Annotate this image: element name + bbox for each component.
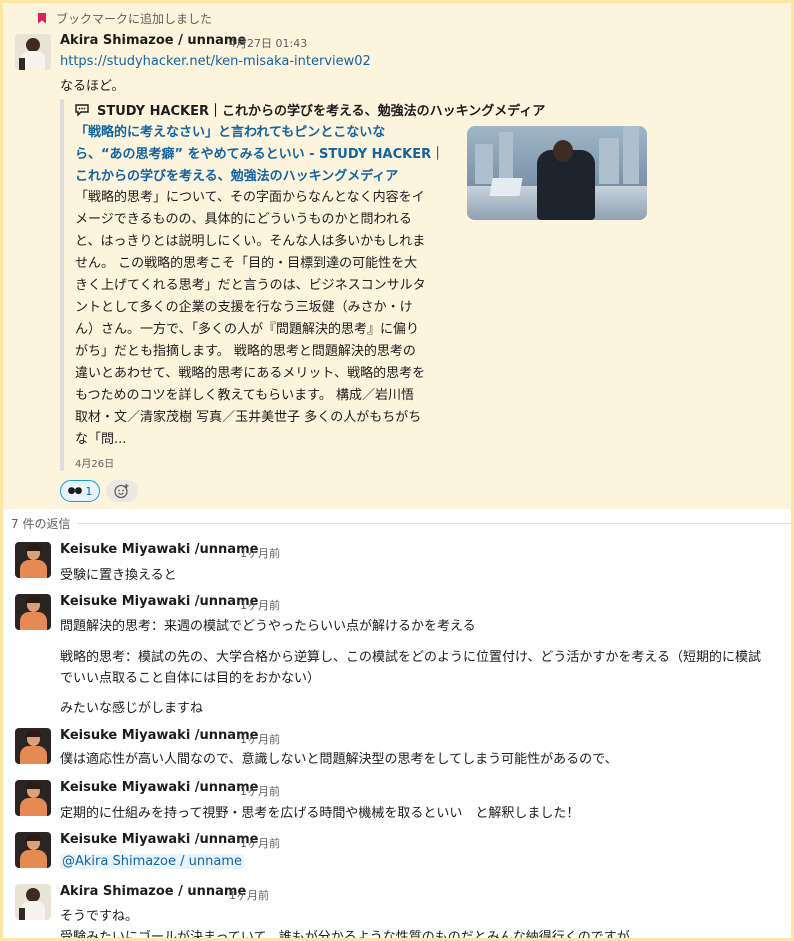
- timestamp[interactable]: 1ヶ月前: [240, 597, 280, 613]
- unfurl-thumbnail[interactable]: [467, 126, 647, 220]
- unfurl-bar: [60, 99, 64, 471]
- message-link[interactable]: https://studyhacker.net/ken-misaka-inter…: [60, 54, 371, 69]
- unfurl-desc-line: がち」だとも指摘します。 戦略的思考と問題解決的思考の: [75, 344, 416, 359]
- avatar[interactable]: [15, 780, 51, 816]
- unfurl-desc-line: もつためのコツを詳しく教えてもらいます。 構成／岩川悟: [75, 388, 415, 403]
- message-text: なるほど。: [60, 79, 125, 94]
- avatar[interactable]: [15, 34, 51, 70]
- bookmark-icon: [38, 12, 46, 24]
- unfurl-desc-line: 取材・文／清家茂樹 写真／玉井美世子 多くの人がもちがち: [75, 410, 422, 425]
- bookmark-text: ブックマークに追加しました: [56, 11, 213, 26]
- message-text: 僕は適応性が高い人間なので、意識しないと問題解決型の思考をしてしまう可能性がある…: [60, 752, 618, 767]
- message-mention-line: @Akira Shimazoe / unname: [60, 854, 244, 869]
- unfurl-desc-line: ん）さん。一方で、「多くの人が『問題解決的思考』に偏り: [75, 322, 419, 337]
- message-text: そうですね。: [60, 909, 139, 924]
- unfurl-desc-line: 「戦略的思考」について、その字面からなんとなく内容をイ: [75, 190, 425, 205]
- message-text: でいい点取ること自体には目的をおかない）: [60, 671, 321, 686]
- unfurl-title-line[interactable]: ら、“あの思考癖” をやめてみるといい - STUDY HACKER｜: [75, 144, 451, 166]
- timestamp[interactable]: 1ヶ月前: [240, 545, 280, 561]
- message-text: 定期的に仕組みを持って視野・思考を広げる時間や機械を取るといい と解釈しました！: [60, 806, 580, 821]
- unfurl-desc-line: な「問...: [75, 432, 127, 447]
- avatar[interactable]: [15, 884, 51, 920]
- reactions-bar: ●● 1: [60, 480, 138, 502]
- site-favicon-icon: [75, 103, 89, 116]
- timestamp[interactable]: 1ヶ月前: [240, 731, 280, 747]
- message-text: みたいな感じがしますね: [60, 701, 204, 716]
- replies-count: 7 件の返信: [11, 517, 71, 531]
- bookmark-notice: ブックマークに追加しました: [38, 9, 212, 27]
- unfurl-desc-line: メージできるものの、具体的にどういうものかと問われる: [75, 212, 412, 227]
- timestamp[interactable]: 4月27日 01:43: [229, 35, 307, 51]
- reaction-eyes[interactable]: ●● 1: [60, 480, 100, 502]
- author-name[interactable]: Keisuke Miyawaki /unname: [60, 542, 258, 557]
- author-name[interactable]: Keisuke Miyawaki /unname: [60, 832, 258, 847]
- author-name[interactable]: Keisuke Miyawaki /unname: [60, 594, 258, 609]
- unfurl-desc-line: と、はっきりとは説明しにくい。そんな人は多いかもしれま: [75, 234, 426, 249]
- message-text: 受験みたいにゴールが決まっていて、誰もが分かるような性質のものだとみんな納得行く…: [60, 930, 643, 938]
- replies-divider: 7 件の返信: [11, 515, 791, 532]
- author-name[interactable]: Akira Shimazoe / unname: [60, 33, 246, 48]
- avatar[interactable]: [15, 542, 51, 578]
- user-mention[interactable]: @Akira Shimazoe / unname: [60, 854, 244, 869]
- timestamp[interactable]: 1ヶ月前: [229, 887, 269, 903]
- message-text: 戦略的思考：模試の先の、大学合格から逆算し、この模試をどのように位置付け、どう活…: [60, 650, 761, 665]
- unfurl-title-line[interactable]: 「戦略的に考えなさい」と言われてもピンとこないな: [75, 122, 451, 144]
- avatar[interactable]: [15, 728, 51, 764]
- unfurl-description: 「戦略的思考」について、その字面からなんとなく内容をイ メージできるものの、具体…: [75, 187, 460, 451]
- avatar[interactable]: [15, 594, 51, 630]
- avatar[interactable]: [15, 832, 51, 868]
- unfurl-desc-line: ントとして多くの企業の支援を行なう三坂健（みさか・け: [75, 300, 413, 315]
- thread-panel: ブックマークに追加しました Akira Shimazoe / unname 4月…: [3, 3, 791, 938]
- unfurl-title[interactable]: 「戦略的に考えなさい」と言われてもピンとこないな ら、“あの思考癖” をやめてみ…: [75, 122, 451, 188]
- message-text: 受験に置き換えると: [60, 568, 177, 583]
- eyes-emoji-icon: ●●: [67, 486, 83, 496]
- reaction-count: 1: [85, 484, 93, 498]
- author-name[interactable]: Akira Shimazoe / unname: [60, 884, 246, 899]
- unfurl-site-name: STUDY HACKER｜これからの学びを考える、勉強法のハッキングメディア: [97, 104, 546, 119]
- unfurl-desc-line: 違いとあわせて、戦略的思考にあるメリット、戦略的思考を: [75, 366, 426, 381]
- add-reaction-icon: [114, 484, 129, 499]
- message-text: 問題解決的思考：来週の模試でどうやったらいい点が解けるかを考える: [60, 619, 476, 634]
- unfurl-title-line[interactable]: これからの学びを考える、勉強法のハッキングメディア: [75, 166, 451, 188]
- add-reaction-button[interactable]: [106, 480, 138, 502]
- parent-message[interactable]: ブックマークに追加しました Akira Shimazoe / unname 4月…: [3, 3, 791, 509]
- timestamp[interactable]: 1ヶ月前: [240, 835, 280, 851]
- unfurl-desc-line: せん。 この戦略的思考こそ「目的・目標到達の可能性を大: [75, 256, 418, 271]
- unfurl-desc-line: きく上げてくれる思考」だと言うのは、ビジネスコンサルタ: [75, 278, 426, 293]
- timestamp[interactable]: 1ヶ月前: [240, 783, 280, 799]
- unfurl-date: 4月26日: [75, 459, 115, 470]
- unfurl-site[interactable]: STUDY HACKER｜これからの学びを考える、勉強法のハッキングメディア: [75, 100, 545, 119]
- author-name[interactable]: Keisuke Miyawaki /unname: [60, 728, 258, 743]
- author-name[interactable]: Keisuke Miyawaki /unname: [60, 780, 258, 795]
